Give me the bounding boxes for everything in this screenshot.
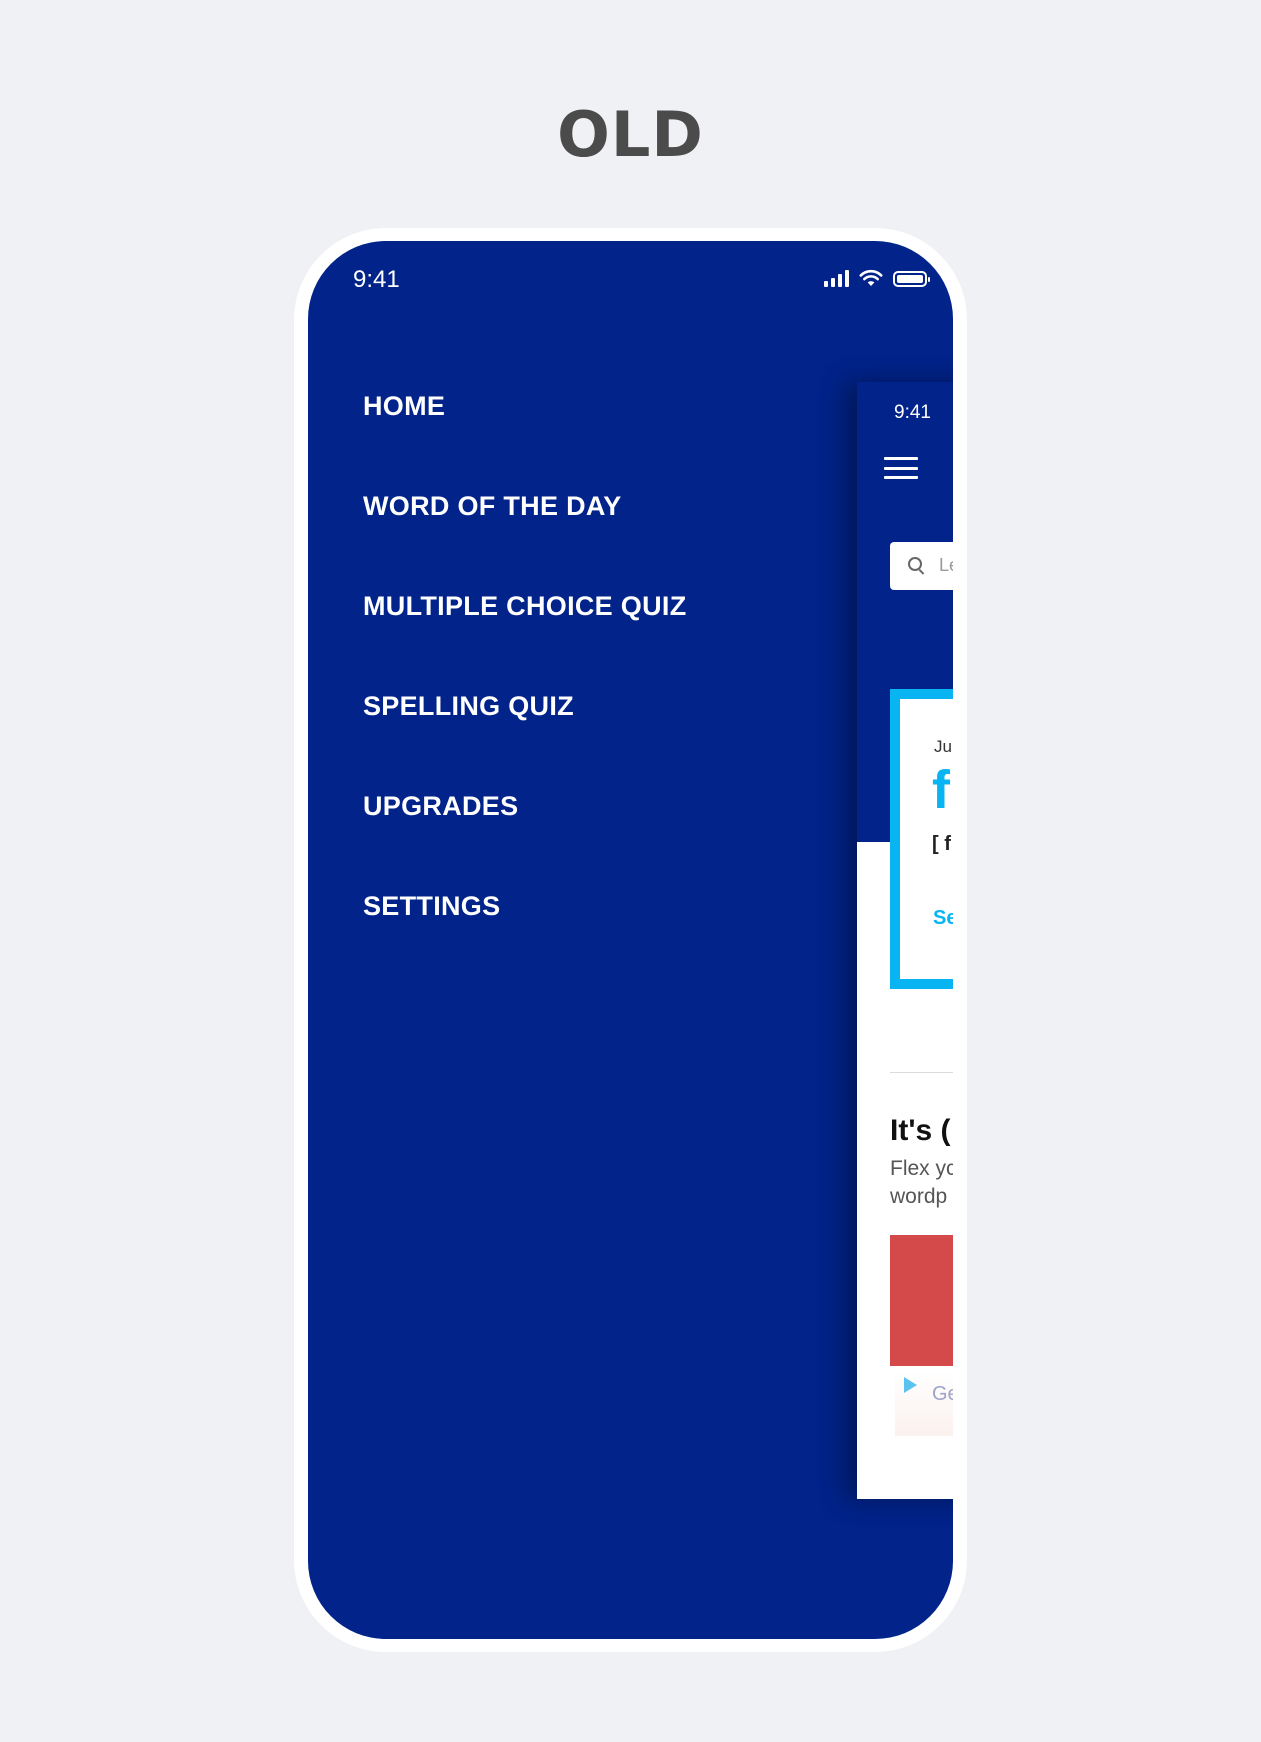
- ad-choices-icon: [904, 1377, 917, 1393]
- menu-item-spelling-quiz[interactable]: SPELLING QUIZ: [363, 681, 687, 781]
- wotd-link[interactable]: Se: [933, 907, 953, 930]
- hamburger-menu-icon[interactable]: [884, 457, 918, 479]
- app-preview-panel[interactable]: 9:41 Le Jul f [ f Se It's ( Flex yc word…: [857, 382, 953, 1499]
- menu-item-settings[interactable]: SETTINGS: [363, 881, 687, 981]
- preview-status-time: 9:41: [894, 402, 931, 423]
- promo-body-line-2: wordp: [890, 1185, 948, 1208]
- status-icons: [824, 269, 930, 287]
- wotd-date: Jul: [934, 737, 953, 756]
- preview-search-input[interactable]: Le: [890, 542, 953, 590]
- menu-item-upgrades[interactable]: UPGRADES: [363, 781, 687, 881]
- promo-body-line-1: Flex yc: [890, 1157, 953, 1180]
- drawer-screen: 9:41 HOME WORD OF THE DAY MULTIPLE CHOIC…: [308, 241, 953, 1639]
- promo-image[interactable]: [890, 1235, 953, 1366]
- page-heading: OLD: [557, 98, 704, 171]
- cellular-signal-icon: [824, 269, 849, 287]
- wotd-pronunciation: [ f: [932, 833, 951, 855]
- drawer-menu: HOME WORD OF THE DAY MULTIPLE CHOICE QUI…: [363, 381, 687, 981]
- ad-text: Ge: [932, 1383, 953, 1405]
- menu-item-home[interactable]: HOME: [363, 381, 687, 481]
- divider: [890, 1072, 953, 1073]
- ad-banner[interactable]: Ge: [895, 1371, 953, 1436]
- wifi-icon: [859, 269, 883, 286]
- wotd-word: f: [932, 760, 950, 820]
- search-placeholder: Le: [939, 555, 953, 575]
- search-icon: [908, 557, 922, 571]
- battery-icon: [893, 271, 930, 287]
- word-of-the-day-card[interactable]: Jul f [ f Se: [890, 689, 953, 989]
- promo-title: It's (: [890, 1114, 951, 1147]
- promo-body: Flex yc wordp: [890, 1155, 953, 1211]
- menu-item-multiple-choice-quiz[interactable]: MULTIPLE CHOICE QUIZ: [363, 581, 687, 681]
- menu-item-word-of-the-day[interactable]: WORD OF THE DAY: [363, 481, 687, 581]
- status-time: 9:41: [353, 266, 400, 293]
